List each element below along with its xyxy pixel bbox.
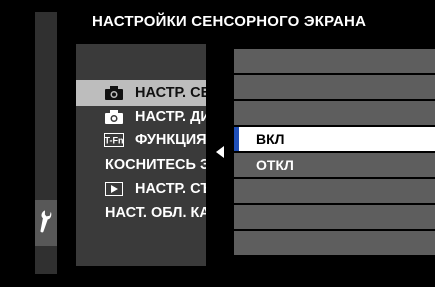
selection-marker	[234, 127, 239, 151]
menu-item-touch-settings[interactable]: НАСТР. СЕНСОРА	[76, 80, 206, 106]
play-icon	[104, 181, 124, 197]
submenu-option-empty	[234, 231, 435, 255]
menu-item-label: НАСТ. ОБЛ. КАСАНИЯ	[105, 205, 206, 221]
submenu-option-label: ВКЛ	[256, 131, 285, 147]
menu-item-touch-area[interactable]: НАСТ. ОБЛ. КАСАНИЯ	[76, 200, 206, 226]
menu-item-label: ФУНКЦИЯ Fn	[135, 132, 206, 148]
menu-item-label: НАСТР. СЕНСОРА	[135, 85, 206, 101]
sidebar	[35, 12, 57, 274]
submenu-option-empty	[234, 205, 435, 229]
submenu-option-off[interactable]: ОТКЛ	[234, 153, 435, 177]
page-title: НАСТРОЙКИ СЕНСОРНОГО ЭКРАНА	[92, 13, 367, 30]
menu-item-fn-function[interactable]: T-Fn ФУНКЦИЯ Fn	[76, 127, 206, 153]
fn-icon: T-Fn	[104, 132, 124, 148]
settings-menu: НАСТР. СЕНСОРА НАСТР. ДИСПЛЕЯ T-Fn ФУНКЦ…	[76, 44, 206, 266]
submenu-option-empty	[234, 101, 435, 125]
sidebar-tab-setup[interactable]	[35, 200, 57, 246]
svg-text:T-Fn: T-Fn	[105, 136, 124, 146]
menu-item-playback-settings[interactable]: НАСТР. СЪЁМКИ	[76, 176, 206, 202]
submenu-option-on[interactable]: ВКЛ	[234, 127, 435, 151]
menu-item-label: КОСНИТЕСЬ ЭКРАНА	[105, 157, 206, 173]
wrench-icon	[40, 210, 52, 233]
submenu-options: ВКЛ ОТКЛ	[234, 49, 435, 255]
cursor-arrow-icon	[216, 146, 224, 158]
submenu-option-empty	[234, 49, 435, 73]
menu-item-label: НАСТР. СЪЁМКИ	[135, 181, 206, 197]
camera-icon	[104, 109, 124, 125]
camera-icon	[104, 85, 124, 101]
submenu-option-empty	[234, 179, 435, 203]
submenu-option-label: ОТКЛ	[256, 157, 294, 173]
menu-item-touch-screen[interactable]: КОСНИТЕСЬ ЭКРАНА	[76, 152, 206, 178]
submenu-option-empty	[234, 75, 435, 99]
